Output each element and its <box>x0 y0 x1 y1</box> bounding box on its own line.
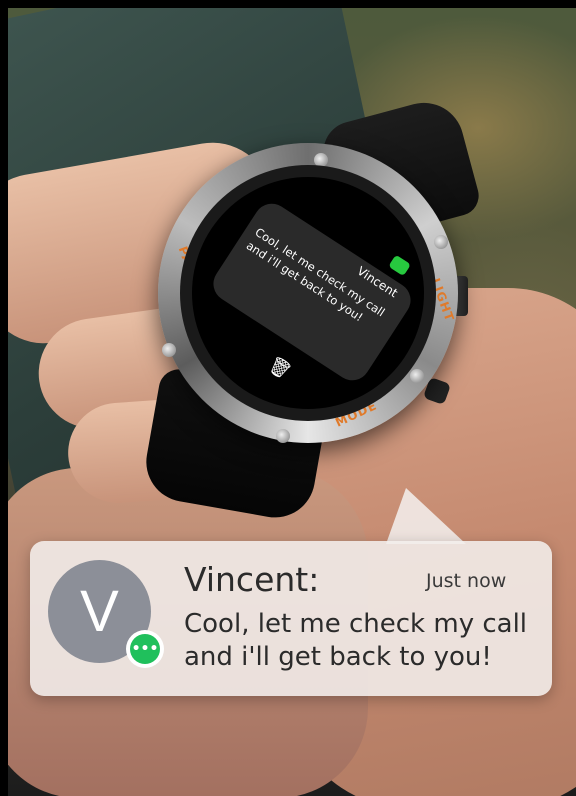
message-app-icon <box>388 254 411 277</box>
watch-bezel: PAGER LIGHT MODE Vincent Cool, let me ch… <box>158 143 458 443</box>
chat-bubble-icon-inner: ••• <box>130 634 160 664</box>
trash-icon[interactable]: 🗑 <box>264 353 295 383</box>
bezel-screw <box>276 429 290 443</box>
bezel-screw <box>162 343 176 357</box>
bezel-screw <box>410 369 424 383</box>
bezel-screw <box>434 235 448 249</box>
chat-bubble-icon: ••• <box>126 630 164 668</box>
watch-bezel-inner: Vincent Cool, let me check my call and i… <box>180 165 436 421</box>
notification-time: Just now <box>426 570 507 592</box>
avatar-letter: V <box>80 578 119 644</box>
notification-sender: Vincent: <box>184 560 320 599</box>
watch-notification-card[interactable]: Vincent Cool, let me check my call and i… <box>206 196 418 388</box>
notification-tail <box>386 488 466 544</box>
watch-screen[interactable]: Vincent Cool, let me check my call and i… <box>192 177 424 409</box>
notification-message: Cool, let me check my call and i'll get … <box>184 609 528 672</box>
